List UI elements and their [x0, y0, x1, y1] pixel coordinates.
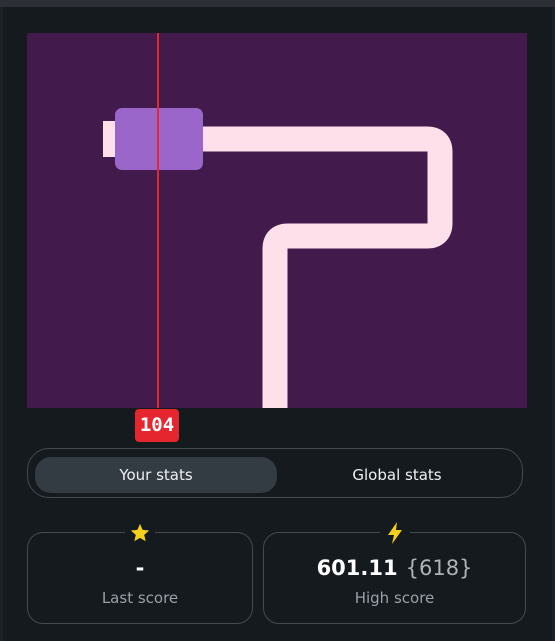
tab-global-stats[interactable]: Global stats — [278, 457, 516, 493]
lightning-icon — [379, 520, 410, 546]
game-board[interactable] — [27, 33, 527, 408]
high-score-number: 601.11 — [316, 556, 398, 580]
game-canvas[interactable] — [27, 33, 527, 408]
high-score-card: 601.11 {618} High score — [263, 520, 526, 624]
star-icon — [125, 520, 155, 546]
last-score-value: - — [135, 556, 145, 580]
tab-your-stats[interactable]: Your stats — [35, 457, 277, 493]
high-score-label: High score — [354, 589, 435, 607]
high-score-value: 601.11 {618} — [264, 555, 525, 581]
track-start-cap — [103, 121, 117, 157]
position-marker-label: 104 — [135, 409, 179, 442]
stats-tabs: Your stats Global stats — [27, 448, 523, 498]
high-score-sub-value: {618} — [405, 556, 473, 580]
last-score-label: Last score — [101, 589, 179, 607]
last-score-card: - Last score — [27, 520, 253, 624]
top-bar — [0, 0, 555, 7]
